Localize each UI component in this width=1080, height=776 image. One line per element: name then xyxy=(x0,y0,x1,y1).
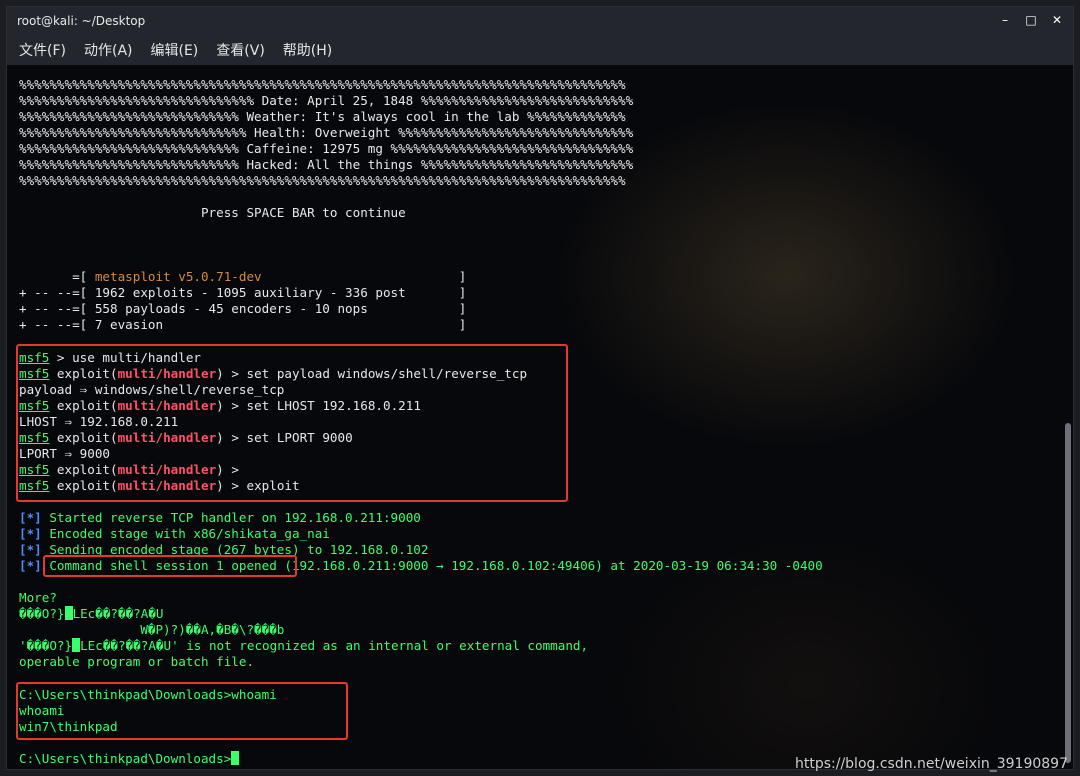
title-bar[interactable]: root@kali: ~/Desktop – □ ✕ xyxy=(7,7,1073,35)
watermark-text: https://blog.csdn.net/weixin_39190897 xyxy=(794,756,1068,772)
output-line: '���O?} LEc��?��?A�U' is not recognized a… xyxy=(19,638,589,653)
highlight-box-session xyxy=(43,555,297,577)
banner-line: %%%%%%%%%%%%%%%%%%%%%%%%%%%%% Hacked: Al… xyxy=(19,157,634,172)
terminal-output[interactable]: %%%%%%%%%%%%%%%%%%%%%%%%%%%%%%%%%%%%%%%%… xyxy=(7,65,1073,769)
msf-banner-line: + -- --=[ 7 evasion ] xyxy=(19,317,467,332)
banner-line: %%%%%%%%%%%%%%%%%%%%%%%%%%%%%% Health: O… xyxy=(19,125,634,140)
banner-line: %%%%%%%%%%%%%%%%%%%%%%%%%%%%% Caffeine: … xyxy=(19,141,634,156)
msf-banner-line: + -- --=[ 1962 exploits - 1095 auxiliary… xyxy=(19,285,467,300)
msf-banner-line: =[ metasploit v5.0.71-dev ] xyxy=(19,269,467,284)
menu-help[interactable]: 帮助(H) xyxy=(283,40,332,60)
window-title: root@kali: ~/Desktop xyxy=(17,14,146,28)
highlight-box-whoami xyxy=(16,682,348,740)
maximize-icon[interactable]: □ xyxy=(1023,11,1039,29)
msf-version: metasploit v5.0.71-dev xyxy=(94,269,262,284)
output-line: ���O?} LEc��?��?A�U xyxy=(19,606,164,621)
status-line: [*] Encoded stage with x86/shikata_ga_na… xyxy=(19,526,330,541)
banner-line: %%%%%%%%%%%%%%%%%%%%%%%%%%%%% Weather: I… xyxy=(19,109,626,124)
press-space-text: Press SPACE BAR to continue xyxy=(19,205,406,220)
close-icon[interactable]: ✕ xyxy=(1049,11,1065,29)
status-line: [*] Started reverse TCP handler on 192.1… xyxy=(19,510,421,525)
scrollbar[interactable] xyxy=(1065,423,1071,763)
cursor-icon xyxy=(231,751,240,765)
banner-line: %%%%%%%%%%%%%%%%%%%%%%%%%%%%%%% Date: Ap… xyxy=(19,93,634,108)
window-controls: – □ ✕ xyxy=(997,11,1065,29)
output-line: More? xyxy=(19,590,57,605)
menu-file[interactable]: 文件(F) xyxy=(19,40,66,60)
highlight-box-commands xyxy=(16,344,568,502)
minimize-icon[interactable]: – xyxy=(997,11,1013,29)
msf-banner-line: + -- --=[ 558 payloads - 45 encoders - 1… xyxy=(19,301,467,316)
menu-view[interactable]: 查看(V) xyxy=(216,40,265,60)
output-line: W�P)?)��A,�B�\?���b xyxy=(19,622,285,637)
banner-line: %%%%%%%%%%%%%%%%%%%%%%%%%%%%%%%%%%%%%%%%… xyxy=(19,77,626,92)
menu-bar: 文件(F) 动作(A) 编辑(E) 查看(V) 帮助(H) xyxy=(7,35,1073,65)
menu-action[interactable]: 动作(A) xyxy=(84,40,133,60)
output-line: operable program or batch file. xyxy=(19,654,255,669)
shell-prompt[interactable]: C:\Users\thinkpad\Downloads> xyxy=(19,751,240,767)
banner-line: %%%%%%%%%%%%%%%%%%%%%%%%%%%%%%%%%%%%%%%%… xyxy=(19,173,626,188)
terminal-window: root@kali: ~/Desktop – □ ✕ 文件(F) 动作(A) 编… xyxy=(6,6,1074,770)
menu-edit[interactable]: 编辑(E) xyxy=(151,40,199,60)
